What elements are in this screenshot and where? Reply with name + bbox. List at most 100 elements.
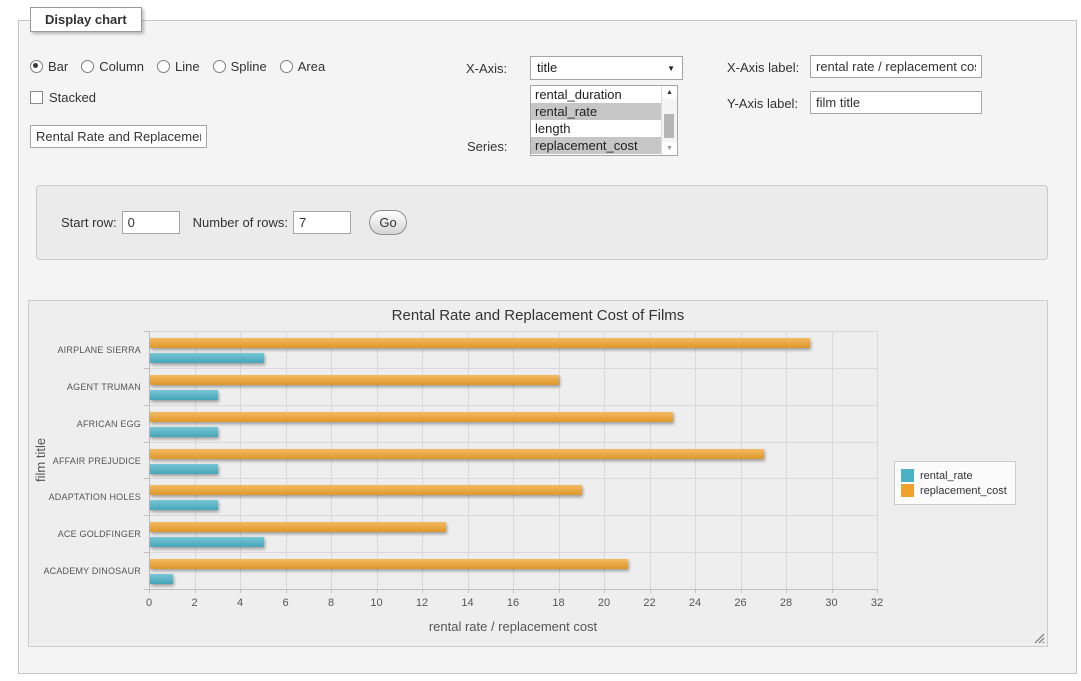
bar-rental_rate[interactable] xyxy=(150,574,173,584)
x-tick-label: 28 xyxy=(766,597,806,609)
chart-title: Rental Rate and Replacement Cost of Film… xyxy=(29,307,1047,324)
bar-rental_rate[interactable] xyxy=(150,427,218,437)
gridline xyxy=(832,331,833,589)
x-axis-select[interactable]: title ▼ xyxy=(530,56,683,80)
resize-handle-icon[interactable] xyxy=(1034,633,1045,644)
gridline xyxy=(149,552,877,553)
scroll-up-icon[interactable]: ▲ xyxy=(662,86,677,99)
x-tick-label: 18 xyxy=(539,597,579,609)
chart-type-spline[interactable]: Spline xyxy=(213,59,267,74)
bar-rental_rate[interactable] xyxy=(150,464,218,474)
x-axis-line xyxy=(149,589,878,590)
x-tick-label: 32 xyxy=(857,597,897,609)
rows-panel: Start row: Number of rows: Go xyxy=(36,185,1048,260)
panel-title-tab: Display chart xyxy=(30,7,142,32)
x-tick-label: 20 xyxy=(584,597,624,609)
bar-rental_rate[interactable] xyxy=(150,537,264,547)
bar-replacement_cost[interactable] xyxy=(150,522,446,532)
series-listbox[interactable]: rental_durationrental_ratelengthreplacem… xyxy=(530,85,678,156)
legend-label: rental_rate xyxy=(920,470,973,482)
x-tick-label: 26 xyxy=(721,597,761,609)
gridline xyxy=(149,368,877,369)
chart-type-area[interactable]: Area xyxy=(280,59,325,74)
x-axis-title: rental rate / replacement cost xyxy=(149,619,877,634)
gridline xyxy=(377,331,378,589)
gridline xyxy=(650,331,651,589)
chart-type-label: Line xyxy=(175,59,200,74)
x-tick-label: 14 xyxy=(448,597,488,609)
gridline xyxy=(195,331,196,589)
num-rows-input[interactable] xyxy=(293,211,351,234)
x-axis-label-input[interactable] xyxy=(810,55,982,78)
scrollbar-thumb[interactable] xyxy=(664,114,674,138)
x-tick-label: 6 xyxy=(266,597,306,609)
dropdown-arrow-icon: ▼ xyxy=(667,64,675,73)
chart-type-line[interactable]: Line xyxy=(157,59,200,74)
start-row-input[interactable] xyxy=(122,211,180,234)
gridline xyxy=(604,331,605,589)
radio-icon[interactable] xyxy=(213,60,226,73)
chart-type-column[interactable]: Column xyxy=(81,59,144,74)
y-axis-label-input[interactable] xyxy=(810,91,982,114)
chart-type-bar[interactable]: Bar xyxy=(30,59,68,74)
x-tick-label: 2 xyxy=(175,597,215,609)
chart-legend: rental_rate replacement_cost xyxy=(894,461,1016,505)
legend-label: replacement_cost xyxy=(920,485,1007,497)
series-scrollbar[interactable]: ▲ ▼ xyxy=(661,86,677,155)
series-option-length[interactable]: length xyxy=(531,120,661,137)
chart-type-label: Area xyxy=(298,59,325,74)
radio-icon[interactable] xyxy=(81,60,94,73)
bar-replacement_cost[interactable] xyxy=(150,559,628,569)
gridline xyxy=(149,478,877,479)
radio-icon[interactable] xyxy=(30,60,43,73)
gridline xyxy=(149,442,877,443)
bar-replacement_cost[interactable] xyxy=(150,485,582,495)
bar-replacement_cost[interactable] xyxy=(150,412,673,422)
legend-swatch-icon xyxy=(901,484,914,497)
x-tick-label: 4 xyxy=(220,597,260,609)
gridline xyxy=(559,331,560,589)
radio-icon[interactable] xyxy=(280,60,293,73)
radio-icon[interactable] xyxy=(157,60,170,73)
bar-replacement_cost[interactable] xyxy=(150,338,810,348)
chart-title-input[interactable] xyxy=(30,125,207,148)
stacked-checkbox[interactable] xyxy=(30,91,43,104)
gridline xyxy=(331,331,332,589)
x-axis-selected-value: title xyxy=(537,60,557,75)
legend-swatch-icon xyxy=(901,469,914,482)
bar-rental_rate[interactable] xyxy=(150,500,218,510)
chart-type-label: Bar xyxy=(48,59,68,74)
legend-item-rental_rate[interactable]: rental_rate xyxy=(901,469,1007,482)
y-axis-title: film title xyxy=(33,331,48,589)
x-tick-label: 16 xyxy=(493,597,533,609)
stacked-option[interactable]: Stacked xyxy=(30,89,96,107)
y-axis-line xyxy=(149,331,150,589)
stacked-label: Stacked xyxy=(49,90,96,105)
bar-rental_rate[interactable] xyxy=(150,390,218,400)
gridline xyxy=(422,331,423,589)
y-axis-label-label: Y-Axis label: xyxy=(727,96,798,111)
x-tick-label: 30 xyxy=(812,597,852,609)
gridline xyxy=(468,331,469,589)
bar-replacement_cost[interactable] xyxy=(150,375,559,385)
x-tick-label: 0 xyxy=(129,597,169,609)
chart-type-label: Column xyxy=(99,59,144,74)
go-button[interactable]: Go xyxy=(369,210,407,235)
series-option-replacement_cost[interactable]: replacement_cost xyxy=(531,137,661,154)
bar-rental_rate[interactable] xyxy=(150,353,264,363)
chart-type-options: Bar Column Line Spline Area xyxy=(30,58,338,76)
gridline xyxy=(149,515,877,516)
x-axis-select-label: X-Axis: xyxy=(466,61,507,76)
series-option-rental_rate[interactable]: rental_rate xyxy=(531,103,661,120)
gridline xyxy=(240,331,241,589)
gridline xyxy=(877,331,878,589)
series-option-rental_duration[interactable]: rental_duration xyxy=(531,86,661,103)
x-tick-label: 22 xyxy=(630,597,670,609)
legend-item-replacement_cost[interactable]: replacement_cost xyxy=(901,484,1007,497)
bar-replacement_cost[interactable] xyxy=(150,449,764,459)
x-tick-label: 24 xyxy=(675,597,715,609)
series-options: rental_durationrental_ratelengthreplacem… xyxy=(531,86,661,155)
chart: Rental Rate and Replacement Cost of Film… xyxy=(28,300,1048,647)
start-row-label: Start row: xyxy=(61,215,117,230)
scroll-down-icon[interactable]: ▼ xyxy=(662,142,677,155)
